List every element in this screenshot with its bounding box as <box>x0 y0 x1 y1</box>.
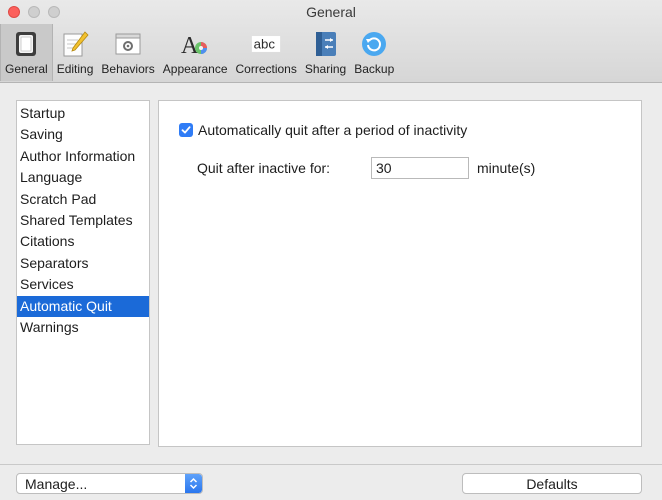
sidebar-item-services[interactable]: Services <box>17 274 149 295</box>
chevron-up-down-icon <box>185 474 202 493</box>
tab-label: Appearance <box>162 62 228 76</box>
window-chrome: General General Editing Behaviors A Appe… <box>0 0 662 83</box>
tab-editing[interactable]: Editing <box>53 24 98 81</box>
auto-quit-row: Automatically quit after a period of ina… <box>179 122 467 138</box>
auto-quit-label: Automatically quit after a period of ina… <box>198 122 468 138</box>
sidebar-item-saving[interactable]: Saving <box>17 124 149 145</box>
tab-label: Backup <box>354 62 395 76</box>
tab-label: Editing <box>56 62 94 76</box>
tab-appearance[interactable]: A Appearance <box>159 24 232 81</box>
tab-label: Corrections <box>235 62 297 76</box>
inactive-minutes-input[interactable] <box>371 157 469 179</box>
inactive-label: Quit after inactive for: <box>197 160 331 176</box>
sidebar-item-automatic-quit[interactable]: Automatic Quit <box>17 295 149 317</box>
window-title: General <box>306 4 356 20</box>
tab-sharing[interactable]: Sharing <box>301 24 350 81</box>
gear-window-icon <box>113 29 143 59</box>
tab-label: Sharing <box>304 62 347 76</box>
binder-icon <box>311 29 341 59</box>
preferences-sidebar: Startup Saving Author Information Langua… <box>16 100 150 445</box>
auto-quit-checkbox[interactable] <box>179 123 193 137</box>
tab-label: Behaviors <box>101 62 155 76</box>
sidebar-item-language[interactable]: Language <box>17 167 149 188</box>
sidebar-item-author-information[interactable]: Author Information <box>17 146 149 167</box>
tab-behaviors[interactable]: Behaviors <box>97 24 158 81</box>
font-palette-icon: A <box>180 29 210 59</box>
toolbar: General Editing Behaviors A Appearance a… <box>0 24 398 82</box>
manage-popup-button[interactable]: Manage... <box>16 473 203 494</box>
abc-icon: abc <box>251 29 281 59</box>
inactive-row: Quit after inactive for: minute(s) <box>197 157 535 179</box>
footer-divider <box>0 464 662 465</box>
switch-icon <box>11 29 41 59</box>
sidebar-item-startup[interactable]: Startup <box>17 103 149 124</box>
sidebar-item-citations[interactable]: Citations <box>17 231 149 252</box>
settings-panel: Automatically quit after a period of ina… <box>158 100 642 447</box>
sidebar-item-shared-templates[interactable]: Shared Templates <box>17 210 149 231</box>
tab-corrections[interactable]: abc Corrections <box>232 24 301 81</box>
sidebar-item-separators[interactable]: Separators <box>17 253 149 274</box>
tab-general[interactable]: General <box>0 24 53 81</box>
defaults-button[interactable]: Defaults <box>462 473 642 494</box>
tab-label: General <box>5 62 48 76</box>
svg-text:abc: abc <box>254 36 276 51</box>
tab-backup[interactable]: Backup <box>350 24 398 81</box>
manage-label: Manage... <box>25 475 88 492</box>
minutes-unit-label: minute(s) <box>477 160 536 176</box>
pencil-icon <box>60 29 90 59</box>
checkmark-icon <box>181 126 191 134</box>
sidebar-item-scratch-pad[interactable]: Scratch Pad <box>17 189 149 210</box>
sidebar-item-warnings[interactable]: Warnings <box>17 317 149 338</box>
backup-icon <box>359 29 389 59</box>
